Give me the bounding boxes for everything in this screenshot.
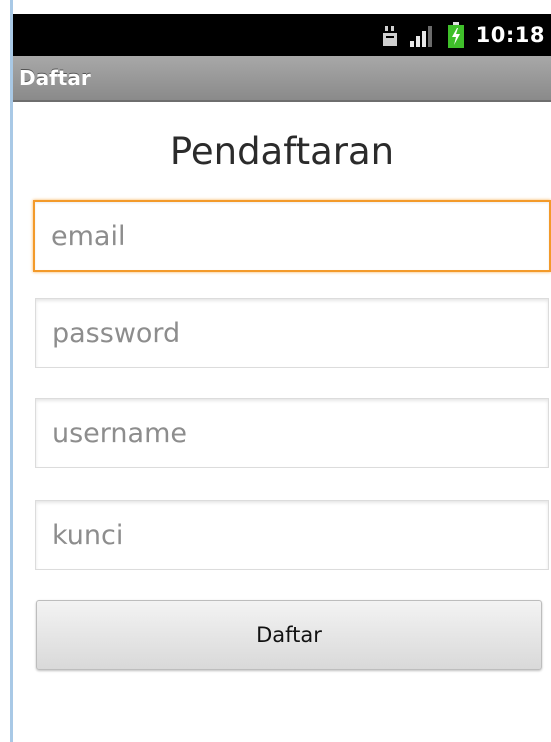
- kunci-field[interactable]: [35, 500, 549, 570]
- password-field[interactable]: [35, 298, 549, 368]
- app-title: Daftar: [19, 66, 91, 90]
- username-field[interactable]: [35, 398, 549, 468]
- screen-top-margin: [13, 0, 551, 14]
- page-title: Pendaftaran: [169, 130, 395, 173]
- window-left-edge: [0, 0, 14, 742]
- email-input[interactable]: [51, 220, 549, 252]
- status-bar: 10:18: [13, 14, 551, 56]
- usb-debug-icon: [382, 22, 398, 48]
- password-input[interactable]: [52, 317, 548, 349]
- app-title-bar: Daftar: [13, 56, 551, 102]
- kunci-input[interactable]: [52, 519, 548, 551]
- email-field[interactable]: [33, 200, 551, 272]
- registration-form: Pendaftaran Daftar: [13, 104, 551, 742]
- signal-icon: [409, 22, 436, 48]
- clock-time: 10:18: [475, 23, 545, 47]
- battery-charging-icon: [447, 22, 464, 48]
- username-input[interactable]: [52, 417, 548, 449]
- daftar-button[interactable]: Daftar: [36, 600, 542, 670]
